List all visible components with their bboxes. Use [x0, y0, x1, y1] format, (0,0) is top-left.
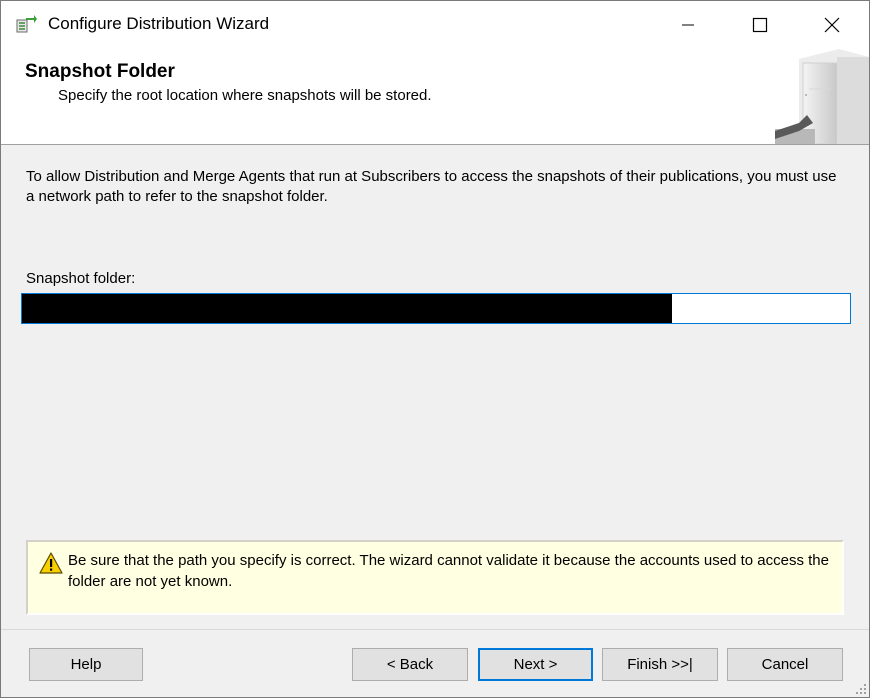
wizard-header: Snapshot Folder Specify the root locatio…: [1, 49, 869, 145]
maximize-icon: [752, 17, 768, 33]
close-icon: [824, 17, 840, 33]
intro-text: To allow Distribution and Merge Agents t…: [26, 168, 837, 205]
page-subtitle: Specify the root location where snapshot…: [58, 87, 432, 104]
help-button[interactable]: Help: [29, 648, 143, 681]
finish-button[interactable]: Finish >>|: [602, 648, 718, 681]
snapshot-folder-label: Snapshot folder:: [26, 270, 136, 287]
maximize-button[interactable]: [725, 1, 795, 49]
page-title: Snapshot Folder: [25, 61, 175, 82]
server-banner-icon: [775, 49, 869, 144]
title-bar[interactable]: Configure Distribution Wizard: [1, 1, 869, 49]
snapshot-folder-input[interactable]: [21, 293, 851, 324]
next-button[interactable]: Next >: [478, 648, 593, 681]
minimize-icon: [682, 24, 694, 26]
warning-icon: [39, 552, 63, 574]
back-button[interactable]: < Back: [352, 648, 468, 681]
close-button[interactable]: [797, 1, 867, 49]
minimize-button[interactable]: [653, 1, 723, 49]
cancel-button[interactable]: Cancel: [727, 648, 843, 681]
redacted-path: [22, 294, 672, 323]
resize-grip-icon[interactable]: [853, 681, 867, 695]
footer-divider: [1, 629, 869, 630]
warning-panel: Be sure that the path you specify is cor…: [26, 540, 844, 615]
window-title: Configure Distribution Wizard: [48, 14, 270, 33]
warning-text: Be sure that the path you specify is cor…: [68, 552, 829, 590]
wizard-app-icon: [16, 15, 37, 33]
wizard-window: Configure Distribution Wizard Snapshot F…: [0, 0, 870, 698]
